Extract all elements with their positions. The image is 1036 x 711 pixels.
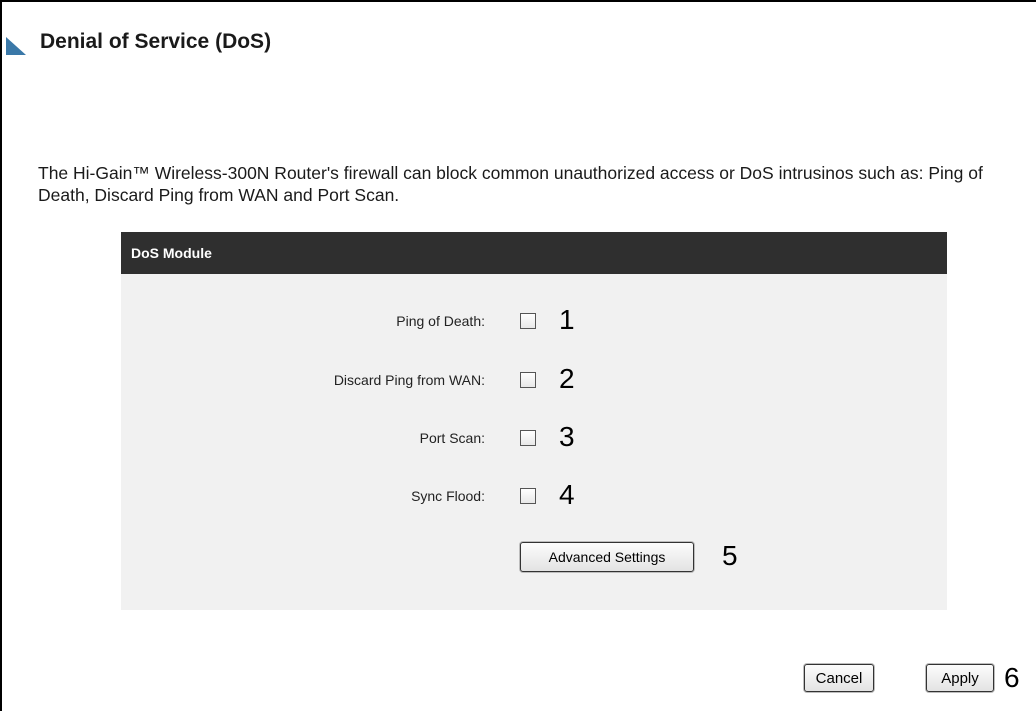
callout-marker-6: 6 (1004, 662, 1020, 693)
callout-marker-1: 1 (559, 304, 575, 335)
discard-ping-from-wan-checkbox[interactable] (520, 372, 536, 388)
ping-of-death-checkbox[interactable] (520, 313, 536, 329)
sync-flood-label: Sync Flood: (411, 488, 485, 504)
cancel-button[interactable]: Cancel (804, 664, 874, 692)
port-scan-checkbox[interactable] (520, 430, 536, 446)
discard-ping-from-wan-label: Discard Ping from WAN: (333, 372, 485, 388)
port-scan-label: Port Scan: (419, 430, 485, 446)
section-triangle-icon (6, 37, 26, 55)
ping-of-death-label: Ping of Death: (396, 313, 485, 329)
callout-marker-2: 2 (559, 363, 575, 394)
advanced-settings-button[interactable]: Advanced Settings (520, 542, 694, 572)
callout-marker-3: 3 (559, 421, 575, 452)
callout-marker-4: 4 (559, 479, 575, 510)
dos-module-header: DoS Module (121, 232, 947, 274)
page-description: The Hi-Gain™ Wireless-300N Router's fire… (38, 163, 983, 205)
page-title: Denial of Service (DoS) (40, 30, 272, 53)
callout-marker-5: 5 (722, 540, 738, 571)
sync-flood-checkbox[interactable] (520, 488, 536, 504)
apply-button[interactable]: Apply (926, 664, 994, 692)
